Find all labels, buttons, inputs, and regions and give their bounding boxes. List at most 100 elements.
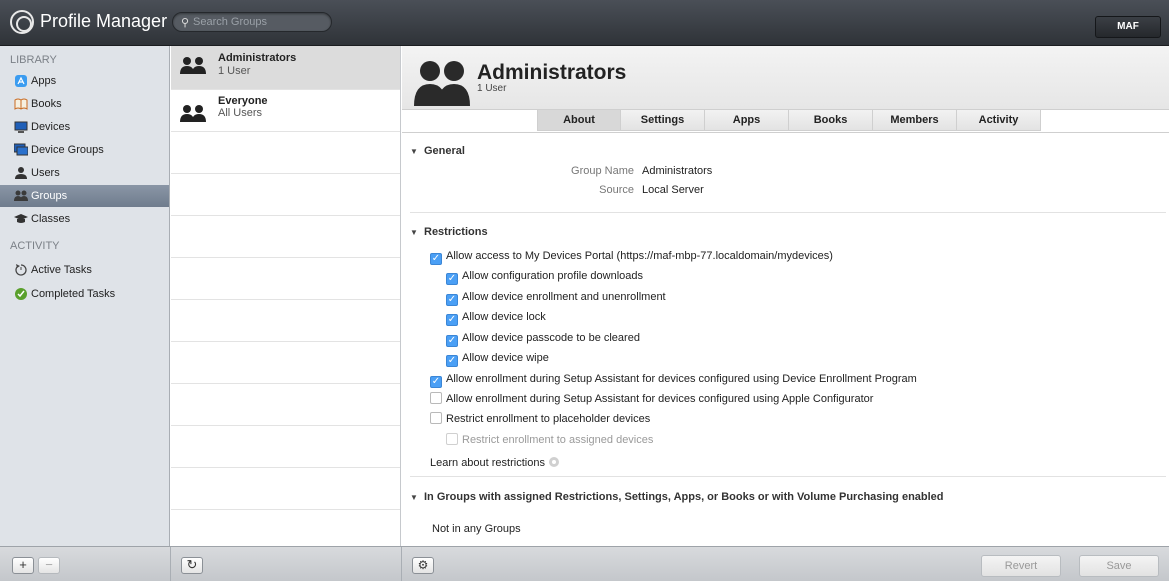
group-name: Everyone [218, 95, 268, 107]
books-icon [14, 97, 28, 111]
allow-dep-enrollment-checkbox[interactable]: ✓ Allow enrollment during Setup Assistant… [430, 372, 917, 388]
gear-button[interactable]: ⚙ [412, 557, 434, 574]
library-section-label: LIBRARY [10, 54, 57, 66]
refresh-button[interactable]: ↻ [181, 557, 203, 574]
tab-activity[interactable]: Activity [957, 110, 1041, 131]
about-content: ▼ General Group Name Administrators Sourc… [402, 133, 1169, 546]
allow-device-lock-checkbox[interactable]: ✓ Allow device lock [446, 310, 546, 326]
checkbox-checked-icon: ✓ [446, 273, 458, 285]
checkbox-checked-icon: ✓ [446, 335, 458, 347]
list-item [171, 384, 400, 426]
sidebar-item-users[interactable]: Users [0, 162, 169, 184]
sidebar-item-completed-tasks[interactable]: Completed Tasks [0, 283, 169, 305]
save-button[interactable]: Save [1079, 555, 1159, 577]
remove-button[interactable]: − [38, 557, 60, 574]
checkbox-checked-icon: ✓ [446, 294, 458, 306]
page-subtitle: 1 User [477, 83, 507, 94]
checkbox-label: Allow device lock [462, 311, 546, 323]
sidebar-item-label: Active Tasks [31, 264, 92, 276]
checkbox-checked-icon: ✓ [446, 355, 458, 367]
sidebar-item-device-groups[interactable]: Device Groups [0, 139, 169, 161]
top-bar: Profile Manager ⚲ MAF [0, 0, 1169, 46]
add-button[interactable]: + [12, 557, 34, 574]
checkbox-label: Allow enrollment during Setup Assistant … [446, 373, 917, 385]
sidebar: LIBRARY Apps Books Devices Device Groups… [0, 46, 170, 546]
checkbox-checked-icon: ✓ [446, 314, 458, 326]
completed-tasks-icon [14, 287, 28, 301]
section-title: Restrictions [424, 226, 488, 238]
sidebar-item-books[interactable]: Books [0, 93, 169, 115]
tab-settings[interactable]: Settings [621, 110, 705, 131]
divider [170, 547, 171, 581]
app-title: Profile Manager [40, 11, 168, 31]
tab-members[interactable]: Members [873, 110, 957, 131]
sidebar-item-devices[interactable]: Devices [0, 116, 169, 138]
user-menu-button[interactable]: MAF [1095, 16, 1161, 38]
tab-books[interactable]: Books [789, 110, 873, 131]
tab-bar: About Settings Apps Books Members Activi… [537, 110, 1041, 132]
list-item [171, 342, 400, 384]
active-tasks-icon [14, 263, 28, 277]
learn-about-restrictions-link[interactable]: Learn about restrictions [430, 456, 559, 472]
allow-enrollment-unenrollment-checkbox[interactable]: ✓ Allow device enrollment and unenrollmen… [446, 290, 666, 306]
search-input[interactable] [193, 15, 323, 29]
checkbox-label: Allow device enrollment and unenrollment [462, 291, 666, 303]
sidebar-item-classes[interactable]: Classes [0, 208, 169, 230]
sidebar-item-groups[interactable]: Groups [0, 185, 169, 207]
list-item [171, 216, 400, 258]
checkbox-label: Allow access to My Devices Portal (https… [446, 250, 833, 262]
allow-configurator-enrollment-checkbox[interactable]: Allow enrollment during Setup Assistant … [430, 392, 873, 408]
detail-pane: Administrators 1 User About Settings App… [402, 46, 1169, 546]
revert-button[interactable]: Revert [981, 555, 1061, 577]
sidebar-item-active-tasks[interactable]: Active Tasks [0, 259, 169, 281]
in-groups-section-header[interactable]: ▼ In Groups with assigned Restrictions, S… [410, 491, 944, 503]
tab-about[interactable]: About [537, 110, 621, 131]
source-value: Local Server [642, 184, 704, 196]
bottom-toolbar: + − ↻ ⚙ Revert Save [0, 546, 1169, 581]
checkbox-label: Allow device wipe [462, 352, 549, 364]
list-item [171, 510, 400, 546]
group-row-everyone[interactable]: Everyone All Users [171, 90, 400, 132]
group-name-value: Administrators [642, 165, 713, 177]
groups-icon [14, 189, 28, 203]
sidebar-item-apps[interactable]: Apps [0, 70, 169, 92]
list-item [171, 468, 400, 510]
user-icon [14, 166, 28, 180]
divider [401, 547, 402, 581]
in-groups-value: Not in any Groups [432, 523, 521, 535]
list-item [171, 426, 400, 468]
sidebar-item-label: Books [31, 98, 62, 110]
detail-header: Administrators 1 User [402, 46, 1169, 110]
general-section-header[interactable]: ▼ General [410, 145, 465, 157]
restrict-placeholder-devices-checkbox[interactable]: Restrict enrollment to placeholder devic… [430, 412, 650, 428]
allow-profile-downloads-checkbox[interactable]: ✓ Allow configuration profile downloads [446, 269, 643, 285]
link-label: Learn about restrictions [430, 457, 545, 469]
sidebar-item-label: Apps [31, 75, 57, 87]
checkbox-label: Allow enrollment during Setup Assistant … [446, 393, 874, 405]
list-item [171, 132, 400, 174]
allow-my-devices-portal-checkbox[interactable]: ✓ Allow access to My Devices Portal (http… [430, 249, 833, 265]
allow-passcode-clear-checkbox[interactable]: ✓ Allow device passcode to be cleared [446, 331, 640, 347]
search-icon: ⚲ [181, 17, 190, 29]
group-member-count: 1 User [218, 65, 251, 77]
disclosure-triangle-icon: ▼ [410, 147, 418, 156]
classes-icon [14, 212, 28, 226]
checkbox-label: Restrict enrollment to assigned devices [462, 434, 654, 446]
section-title: General [424, 145, 465, 157]
restrictions-section-header[interactable]: ▼ Restrictions [410, 226, 488, 238]
section-title: In Groups with assigned Restrictions, Se… [424, 491, 944, 503]
apps-icon [14, 74, 28, 88]
search-field[interactable]: ⚲ [172, 12, 332, 32]
divider [410, 212, 1166, 213]
allow-device-wipe-checkbox[interactable]: ✓ Allow device wipe [446, 351, 549, 367]
disclosure-triangle-icon: ▼ [410, 493, 418, 502]
sidebar-item-label: Devices [31, 121, 71, 133]
group-row-administrators[interactable]: Administrators 1 User [171, 46, 400, 90]
group-list: Administrators 1 User Everyone All Users [171, 46, 401, 546]
group-icon [180, 105, 206, 122]
tab-apps[interactable]: Apps [705, 110, 789, 131]
devices-icon [14, 120, 28, 134]
group-name-label: Group Name [571, 165, 634, 177]
checkbox-unchecked-icon [430, 412, 442, 424]
sidebar-item-label: Device Groups [31, 144, 104, 156]
